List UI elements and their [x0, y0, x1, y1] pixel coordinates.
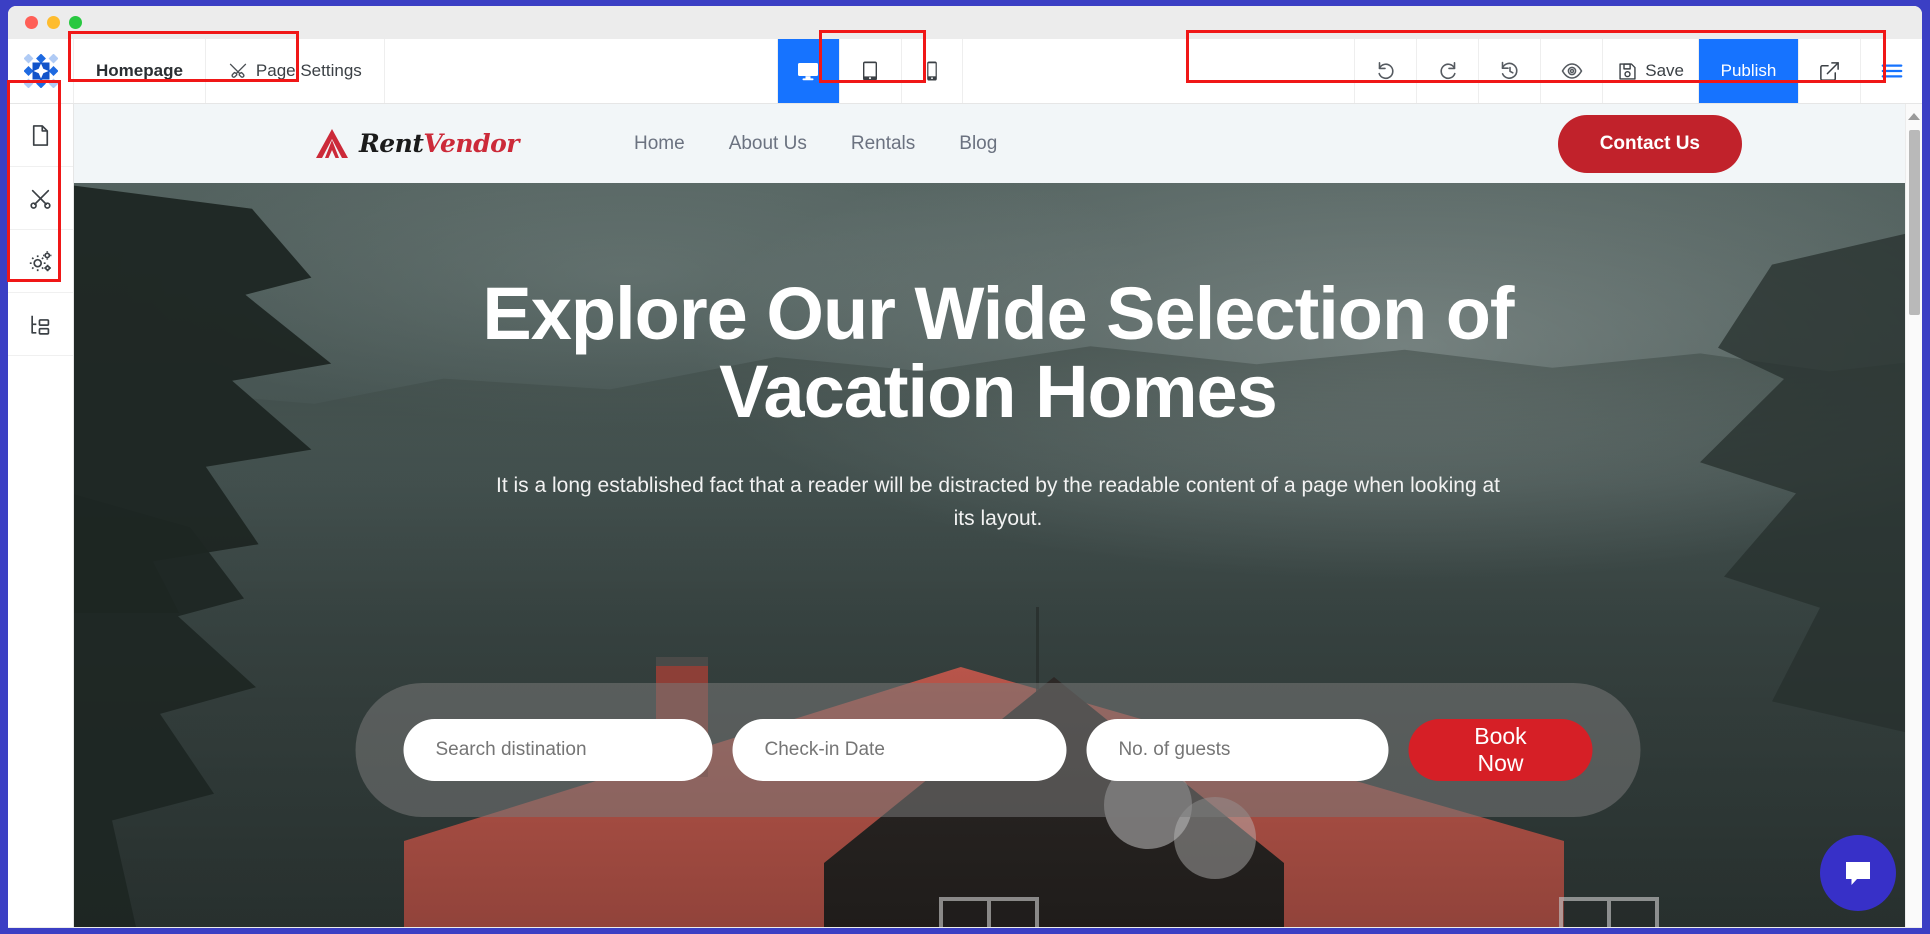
topbar-spacer-left [385, 39, 777, 103]
site-logo[interactable]: RentVendor [312, 127, 519, 160]
site-nav: Home About Us Rentals Blog [634, 133, 997, 155]
logo-text-accent: Vendor [423, 129, 519, 158]
open-external-button[interactable] [1798, 39, 1860, 103]
action-toolbar: Save Publish [1354, 39, 1922, 103]
site-logo-text: RentVendor [359, 129, 519, 158]
editor-topbar: Homepage Page Settings Save Publish [8, 39, 1922, 104]
close-window-button[interactable] [25, 16, 38, 29]
history-button[interactable] [1478, 39, 1541, 103]
nav-item-home[interactable]: Home [634, 133, 685, 155]
minimize-window-button[interactable] [47, 16, 60, 29]
device-tablet-button[interactable] [838, 39, 901, 103]
redo-button[interactable] [1416, 39, 1479, 103]
publish-label: Publish [1720, 61, 1777, 80]
nav-item-blog[interactable]: Blog [959, 133, 997, 155]
cabin-window-right [1559, 897, 1659, 927]
chat-widget-button[interactable] [1820, 835, 1896, 911]
nav-item-about-us[interactable]: About Us [729, 133, 807, 155]
scrollbar-thumb[interactable] [1909, 130, 1920, 315]
gears-icon [27, 248, 54, 275]
sidebar-item-pages[interactable] [8, 104, 73, 167]
hero-title-line2: Vacation Homes [719, 349, 1278, 433]
menu-button[interactable] [1860, 39, 1922, 103]
preview-canvas: RentVendor Home About Us Rentals Blog Co… [74, 104, 1922, 927]
scissors-pen-icon [28, 186, 53, 211]
topbar-spacer-right [963, 39, 1355, 103]
maximize-window-button[interactable] [69, 16, 82, 29]
scroll-up-arrow-icon[interactable] [1908, 113, 1920, 120]
logo-text-primary: Rent [359, 129, 424, 158]
document-icon [28, 123, 53, 148]
sidebar-item-design[interactable] [8, 167, 73, 230]
sidebar-item-settings[interactable] [8, 230, 73, 293]
hero-title: Explore Our Wide Selection of Vacation H… [418, 275, 1578, 430]
booking-search-panel: Book Now [355, 683, 1641, 817]
tab-homepage-label: Homepage [96, 61, 183, 80]
hero-content: Explore Our Wide Selection of Vacation H… [74, 275, 1922, 535]
floppy-disk-icon [1617, 61, 1638, 82]
sitemap-icon [28, 312, 53, 337]
external-link-icon [1818, 60, 1841, 83]
history-icon [1498, 59, 1522, 83]
mobile-icon [920, 59, 944, 83]
site-header: RentVendor Home About Us Rentals Blog Co… [74, 104, 1922, 183]
hero-subtitle: It is a long established fact that a rea… [496, 474, 1500, 530]
search-destination-input[interactable] [403, 719, 713, 781]
tools-icon [228, 61, 248, 81]
device-desktop-button[interactable] [776, 39, 839, 103]
desktop-icon [796, 59, 820, 83]
elementor-diamond-logo [23, 54, 58, 88]
mountain-peak-icon [312, 127, 352, 160]
guests-count-input[interactable] [1086, 719, 1389, 781]
eye-icon [1560, 59, 1584, 83]
app-root: Homepage Page Settings Save Publish Rent… [0, 0, 1930, 934]
save-button[interactable]: Save [1602, 39, 1698, 103]
hero-title-line1: Explore Our Wide Selection of [482, 272, 1514, 355]
sidebar-item-structure[interactable] [8, 293, 73, 356]
contact-us-button[interactable]: Contact Us [1557, 114, 1742, 173]
book-now-button[interactable]: Book Now [1408, 719, 1593, 781]
device-switcher [776, 39, 963, 103]
tablet-icon [858, 59, 882, 83]
undo-icon [1374, 59, 1398, 83]
save-label: Save [1645, 61, 1684, 80]
hamburger-menu-icon [1879, 58, 1905, 84]
workarea: RentVendor Home About Us Rentals Blog Co… [8, 104, 1922, 927]
device-mobile-button[interactable] [900, 39, 963, 103]
tab-page-settings-label: Page Settings [255, 61, 362, 80]
publish-button[interactable]: Publish [1698, 39, 1798, 103]
nav-item-rentals[interactable]: Rentals [851, 133, 915, 155]
redo-icon [1436, 59, 1460, 83]
canvas-vertical-scrollbar[interactable] [1905, 104, 1922, 927]
preview-button[interactable] [1540, 39, 1603, 103]
tab-homepage[interactable]: Homepage [74, 39, 206, 103]
left-sidebar [8, 104, 74, 927]
page-tabs: Homepage Page Settings [74, 39, 385, 103]
chat-bubble-icon [1839, 854, 1877, 892]
tab-page-settings[interactable]: Page Settings [206, 39, 385, 103]
checkin-date-input[interactable] [732, 719, 1067, 781]
brand-logo-button[interactable] [8, 39, 74, 103]
cabin-window-left [939, 897, 1039, 927]
undo-button[interactable] [1354, 39, 1417, 103]
hero-section: Explore Our Wide Selection of Vacation H… [74, 183, 1922, 927]
window-titlebar [8, 6, 1922, 39]
browser-window: Homepage Page Settings Save Publish Rent… [8, 6, 1922, 928]
